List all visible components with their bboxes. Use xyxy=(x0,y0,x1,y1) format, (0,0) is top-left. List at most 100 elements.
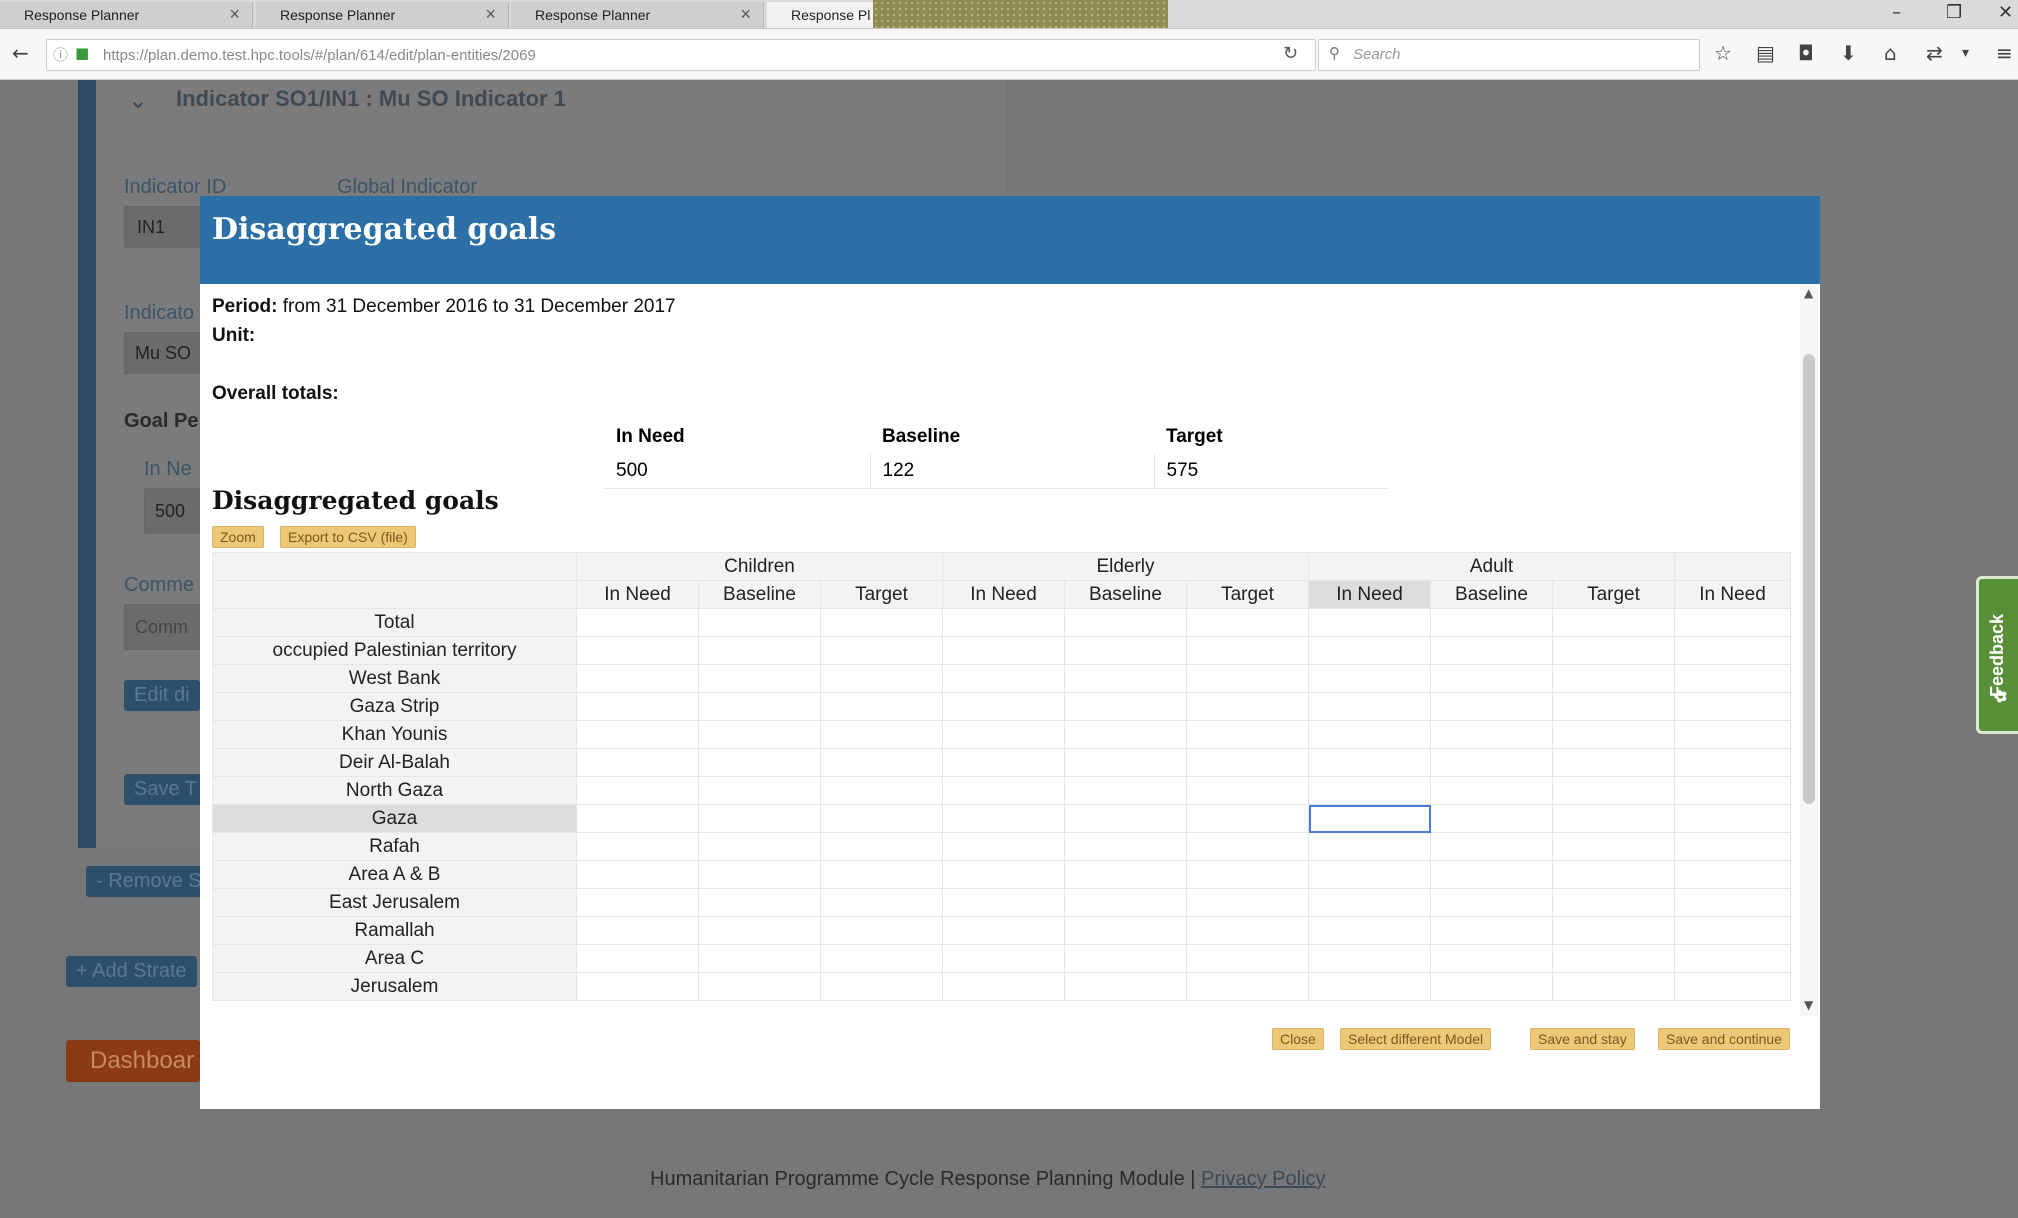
grid-cell[interactable] xyxy=(1430,832,1553,861)
grid-cell[interactable] xyxy=(1308,944,1431,973)
grid-cell[interactable] xyxy=(820,748,943,777)
grid-cell[interactable] xyxy=(1308,888,1431,917)
browser-tab[interactable]: Response Planner × xyxy=(256,2,509,28)
address-bar[interactable]: ⓘ ■ https://plan.demo.test.hpc.tools/#/p… xyxy=(46,39,1316,71)
grid-cell[interactable] xyxy=(1674,972,1791,1001)
grid-cell[interactable] xyxy=(942,776,1065,805)
grid-cell[interactable] xyxy=(1186,720,1309,749)
grid-cell[interactable] xyxy=(942,916,1065,945)
grid-cell[interactable] xyxy=(1430,804,1553,833)
remove-button[interactable]: - Remove S xyxy=(86,866,212,897)
grid-cell[interactable] xyxy=(1186,832,1309,861)
grid-cell[interactable] xyxy=(1674,888,1791,917)
grid-cell[interactable] xyxy=(1674,636,1791,665)
export-csv-button[interactable]: Export to CSV (file) xyxy=(280,526,416,548)
close-button[interactable]: Close xyxy=(1272,1028,1324,1050)
grid-cell[interactable] xyxy=(576,972,699,1001)
grid-cell[interactable] xyxy=(576,804,699,833)
select-different-model-button[interactable]: Select different Model xyxy=(1340,1028,1492,1050)
grid-cell[interactable] xyxy=(1674,944,1791,973)
feedback-tab[interactable]: Feedback ✿ xyxy=(1976,576,2018,734)
dashboard-button[interactable]: Dashboar xyxy=(66,1040,200,1082)
grid-cell[interactable] xyxy=(1064,888,1187,917)
save-and-continue-button[interactable]: Save and continue xyxy=(1658,1028,1790,1050)
grid-cell[interactable] xyxy=(1308,804,1431,833)
grid-cell[interactable] xyxy=(1674,664,1791,693)
grid-cell[interactable] xyxy=(942,748,1065,777)
grid-cell[interactable] xyxy=(820,972,943,1001)
grid-cell[interactable] xyxy=(1186,888,1309,917)
grid-cell[interactable] xyxy=(576,888,699,917)
grid-cell[interactable] xyxy=(698,832,821,861)
bookmark-star-icon[interactable]: ☆ xyxy=(1714,41,1732,65)
grid-cell[interactable] xyxy=(1064,972,1187,1001)
grid-cell[interactable] xyxy=(1552,748,1675,777)
grid-cell[interactable] xyxy=(1430,692,1553,721)
grid-cell[interactable] xyxy=(1552,720,1675,749)
grid-cell[interactable] xyxy=(942,720,1065,749)
grid-cell[interactable] xyxy=(1186,804,1309,833)
grid-cell[interactable] xyxy=(1308,748,1431,777)
grid-cell[interactable] xyxy=(576,860,699,889)
grid-cell[interactable] xyxy=(1308,832,1431,861)
grid-cell[interactable] xyxy=(942,636,1065,665)
grid-cell[interactable] xyxy=(1430,860,1553,889)
grid-cell[interactable] xyxy=(1552,636,1675,665)
save-button[interactable]: Save T xyxy=(124,774,207,805)
close-tab-icon[interactable]: × xyxy=(740,4,751,25)
grid-cell[interactable] xyxy=(698,664,821,693)
grid-cell[interactable] xyxy=(1308,636,1431,665)
grid-cell[interactable] xyxy=(820,944,943,973)
grid-cell[interactable] xyxy=(1186,860,1309,889)
grid-cell[interactable] xyxy=(698,608,821,637)
grid-cell[interactable] xyxy=(820,608,943,637)
grid-cell[interactable] xyxy=(1308,860,1431,889)
grid-cell[interactable] xyxy=(1552,916,1675,945)
pocket-icon[interactable]: ◘ xyxy=(1798,41,1814,65)
browser-tab[interactable]: Response Planner × xyxy=(0,2,253,28)
grid-cell[interactable] xyxy=(1186,776,1309,805)
grid-cell[interactable] xyxy=(1552,860,1675,889)
grid-cell[interactable] xyxy=(1308,664,1431,693)
grid-cell[interactable] xyxy=(942,832,1065,861)
grid-cell[interactable] xyxy=(698,860,821,889)
grid-cell[interactable] xyxy=(1552,692,1675,721)
grid-cell[interactable] xyxy=(576,748,699,777)
grid-cell[interactable] xyxy=(1430,608,1553,637)
grid-cell[interactable] xyxy=(1064,692,1187,721)
grid-cell[interactable] xyxy=(1674,804,1791,833)
grid-cell[interactable] xyxy=(1308,608,1431,637)
grid-cell[interactable] xyxy=(698,972,821,1001)
grid-cell[interactable] xyxy=(698,692,821,721)
grid-cell[interactable] xyxy=(1552,832,1675,861)
grid-cell[interactable] xyxy=(1674,720,1791,749)
grid-cell[interactable] xyxy=(820,692,943,721)
chevron-down-icon[interactable]: ⌄ xyxy=(128,86,148,115)
restore-icon[interactable]: ❐ xyxy=(1946,2,1962,23)
grid-cell[interactable] xyxy=(576,608,699,637)
grid-cell[interactable] xyxy=(820,916,943,945)
grid-cell[interactable] xyxy=(1186,748,1309,777)
grid-cell[interactable] xyxy=(1430,720,1553,749)
grid-cell[interactable] xyxy=(1308,720,1431,749)
grid-cell[interactable] xyxy=(576,832,699,861)
grid-cell[interactable] xyxy=(942,664,1065,693)
grid-cell[interactable] xyxy=(820,832,943,861)
grid-cell[interactable] xyxy=(820,860,943,889)
close-tab-icon[interactable]: × xyxy=(485,4,496,25)
minimize-icon[interactable]: – xyxy=(1892,2,1901,23)
grid-cell[interactable] xyxy=(1064,804,1187,833)
grid-cell[interactable] xyxy=(1552,972,1675,1001)
grid-cell[interactable] xyxy=(820,664,943,693)
grid-cell[interactable] xyxy=(1674,692,1791,721)
grid-cell[interactable] xyxy=(1064,944,1187,973)
grid-cell[interactable] xyxy=(1674,832,1791,861)
grid-cell[interactable] xyxy=(1064,860,1187,889)
grid-cell[interactable] xyxy=(1064,636,1187,665)
grid-cell[interactable] xyxy=(1308,776,1431,805)
grid-cell[interactable] xyxy=(1308,916,1431,945)
grid-cell[interactable] xyxy=(576,692,699,721)
comments-field[interactable]: Comm xyxy=(124,604,202,650)
grid-cell[interactable] xyxy=(1430,664,1553,693)
grid-cell[interactable] xyxy=(698,916,821,945)
